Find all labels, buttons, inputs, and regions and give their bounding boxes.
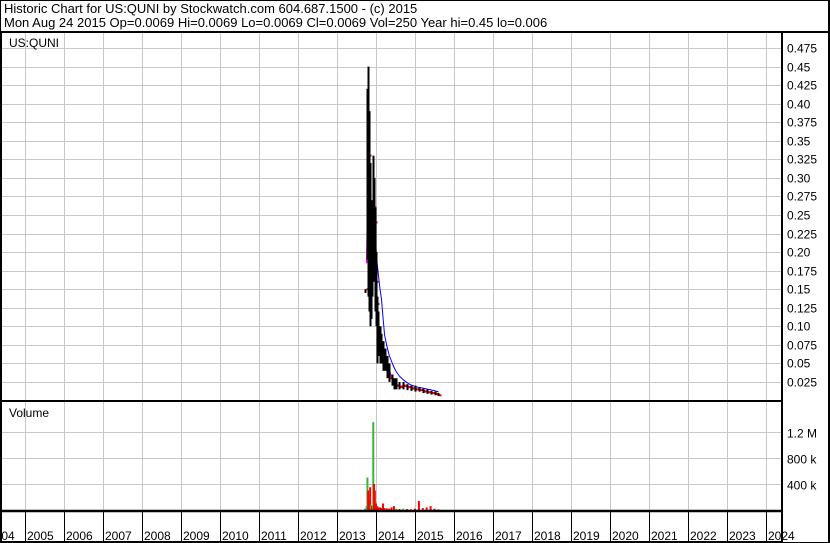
year-label: 2013 — [339, 529, 366, 543]
volume-bar — [392, 506, 395, 510]
year-label: 2008 — [144, 529, 171, 543]
year-label: 2015 — [417, 529, 444, 543]
price-tick-label: 0.40 — [787, 98, 811, 112]
volume-bar — [425, 507, 428, 510]
close-marker — [432, 392, 435, 395]
year-label: 2020 — [612, 529, 639, 543]
close-marker — [420, 389, 423, 392]
volume-bar — [390, 507, 393, 510]
price-tick-label: 0.20 — [787, 246, 811, 260]
year-label: 2004 — [0, 529, 15, 543]
price-tick-label: 0.275 — [787, 190, 817, 204]
year-label: 2006 — [66, 529, 93, 543]
axis-labels: 0.025 0.05 0.075 0.10 0.125 0.15 0.175 0.20 0.22… — [0, 42, 817, 543]
year-label: 2014 — [378, 529, 405, 543]
price-tick-label: 0.475 — [787, 42, 817, 56]
close-marker — [400, 386, 403, 389]
price-tick-label: 0.10 — [787, 320, 811, 334]
volume-tick-label: 800 k — [787, 453, 817, 467]
volume-tick-label: 1.2 M — [787, 427, 817, 441]
year-label: 2007 — [105, 529, 132, 543]
year-label: 2005 — [27, 529, 54, 543]
price-tick-label: 0.425 — [787, 79, 817, 93]
volume-bar — [383, 508, 386, 510]
volume-bar — [417, 500, 420, 510]
year-label: 2016 — [456, 529, 483, 543]
volume-bar — [429, 506, 432, 510]
year-label: 2022 — [690, 529, 717, 543]
chart-border — [0, 31, 783, 543]
close-marker — [439, 394, 442, 397]
price-tick-label: 0.375 — [787, 116, 817, 130]
price-tick-label: 0.325 — [787, 153, 817, 167]
close-marker — [408, 386, 411, 389]
year-label: 2009 — [183, 529, 210, 543]
year-label: 2024 — [768, 529, 795, 543]
year-label: 2011 — [261, 529, 287, 543]
close-marker — [412, 387, 415, 390]
year-label: 2023 — [729, 529, 756, 543]
price-tick-label: 0.45 — [787, 61, 811, 75]
year-label: 2012 — [300, 529, 327, 543]
price-tick-label: 0.15 — [787, 283, 811, 297]
stock-chart-window: Historic Chart for US:QUNI by Stockwatch… — [0, 0, 830, 543]
close-marker — [404, 384, 407, 387]
close-marker — [424, 390, 427, 393]
volume-label: Volume — [9, 406, 49, 420]
price-tick-label: 0.075 — [787, 339, 817, 353]
close-marker — [428, 391, 431, 394]
volume-bar — [421, 508, 424, 510]
price-tick-label: 0.125 — [787, 302, 817, 316]
close-marker — [416, 388, 419, 391]
symbol-label: US:QUNI — [9, 36, 59, 50]
year-label: 2019 — [573, 529, 600, 543]
price-tick-label: 0.175 — [787, 265, 817, 279]
year-label: 2010 — [222, 529, 249, 543]
volume-tick-label: 400 k — [787, 479, 817, 493]
price-tick-label: 0.225 — [787, 228, 817, 242]
price-volume-chart: US:QUNI Volume 0.0250.050.0750.100.1250.… — [0, 0, 830, 543]
year-label: 2017 — [495, 529, 522, 543]
price-tick-label: 0.05 — [787, 357, 811, 371]
long-moving-average-line — [370, 212, 439, 393]
price-tick-label: 0.025 — [787, 376, 817, 390]
grid — [2, 33, 781, 510]
price-tick-label: 0.35 — [787, 135, 811, 149]
year-label: 2021 — [651, 529, 678, 543]
price-tick-label: 0.25 — [787, 209, 811, 223]
year-label: 2018 — [534, 529, 561, 543]
volume-bars — [364, 422, 440, 510]
price-tick-label: 0.30 — [787, 172, 811, 186]
